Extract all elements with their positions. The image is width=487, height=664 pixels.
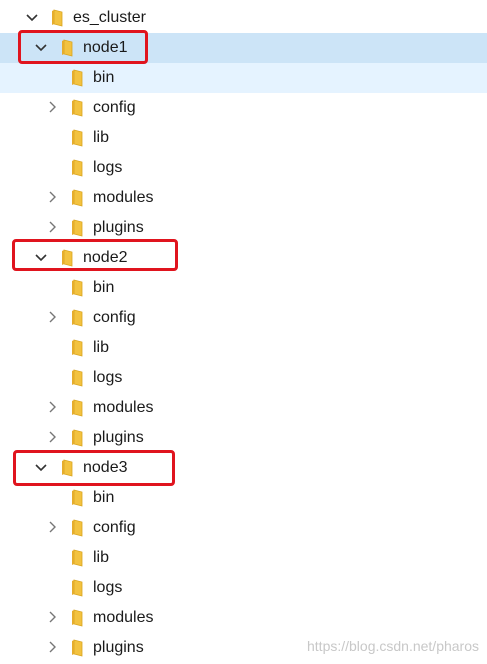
tree-item-node1-lib[interactable]: lib [0, 123, 487, 153]
tree-item-label: lib [93, 129, 110, 146]
tree-item-node1-config[interactable]: config [0, 93, 487, 123]
tree-item-node3-bin[interactable]: bin [0, 483, 487, 513]
folder-icon [51, 9, 65, 27]
folder-icon [71, 489, 85, 507]
tree-item-label: config [93, 519, 136, 536]
folder-icon [71, 279, 85, 297]
tree-item-label: plugins [93, 639, 144, 656]
folder-icon [71, 369, 85, 387]
folder-icon [71, 429, 85, 447]
tree-item-node3-config[interactable]: config [0, 513, 487, 543]
highlight-box-node1 [18, 30, 148, 64]
folder-icon [71, 609, 85, 627]
folder-icon [71, 129, 85, 147]
chevron-right-icon[interactable] [44, 219, 60, 235]
tree-item-node2-logs[interactable]: logs [0, 363, 487, 393]
folder-icon [71, 309, 85, 327]
tree-item-node1-bin[interactable]: bin [0, 63, 487, 93]
chevron-right-icon[interactable] [44, 99, 60, 115]
tree-item-node2-config[interactable]: config [0, 303, 487, 333]
folder-icon [71, 189, 85, 207]
folder-icon [71, 339, 85, 357]
tree-item-label: logs [93, 159, 123, 176]
chevron-right-icon[interactable] [44, 609, 60, 625]
tree-item-node2-lib[interactable]: lib [0, 333, 487, 363]
tree-item-label: bin [93, 489, 115, 506]
tree-item-label: logs [93, 579, 123, 596]
tree-item-label: logs [93, 369, 123, 386]
tree-item-node2-bin[interactable]: bin [0, 273, 487, 303]
chevron-right-icon[interactable] [44, 189, 60, 205]
folder-icon [71, 219, 85, 237]
file-tree: es_cluster node1 bin config lib logs mod… [0, 0, 487, 664]
tree-item-node1-modules[interactable]: modules [0, 183, 487, 213]
chevron-down-icon[interactable] [24, 9, 40, 25]
tree-item-node3-logs[interactable]: logs [0, 573, 487, 603]
tree-item-label: lib [93, 339, 110, 356]
folder-icon [71, 549, 85, 567]
tree-item-label: bin [93, 279, 115, 296]
tree-item-node3-lib[interactable]: lib [0, 543, 487, 573]
folder-icon [71, 159, 85, 177]
folder-icon [71, 519, 85, 537]
tree-item-label: lib [93, 549, 110, 566]
tree-item-label: es_cluster [73, 9, 146, 26]
watermark: https://blog.csdn.net/pharos [307, 638, 479, 654]
tree-item-label: plugins [93, 429, 144, 446]
tree-item-node1-logs[interactable]: logs [0, 153, 487, 183]
tree-item-node2-modules[interactable]: modules [0, 393, 487, 423]
chevron-right-icon[interactable] [44, 519, 60, 535]
tree-item-label: config [93, 99, 136, 116]
folder-icon [71, 99, 85, 117]
tree-item-node3-modules[interactable]: modules [0, 603, 487, 633]
tree-item-label: config [93, 309, 136, 326]
tree-item-label: modules [93, 189, 154, 206]
tree-item-label: bin [93, 69, 115, 86]
tree-item-label: plugins [93, 219, 144, 236]
chevron-right-icon[interactable] [44, 639, 60, 655]
folder-icon [71, 69, 85, 87]
highlight-box-node3 [13, 450, 175, 486]
chevron-right-icon[interactable] [44, 309, 60, 325]
tree-item-label: modules [93, 399, 154, 416]
folder-icon [71, 579, 85, 597]
folder-icon [71, 639, 85, 657]
highlight-box-node2 [12, 239, 178, 271]
tree-item-label: modules [93, 609, 154, 626]
chevron-right-icon[interactable] [44, 399, 60, 415]
tree-item-node2-plugins[interactable]: plugins [0, 423, 487, 453]
tree-item-es-cluster[interactable]: es_cluster [0, 3, 487, 33]
folder-icon [71, 399, 85, 417]
chevron-right-icon[interactable] [44, 429, 60, 445]
